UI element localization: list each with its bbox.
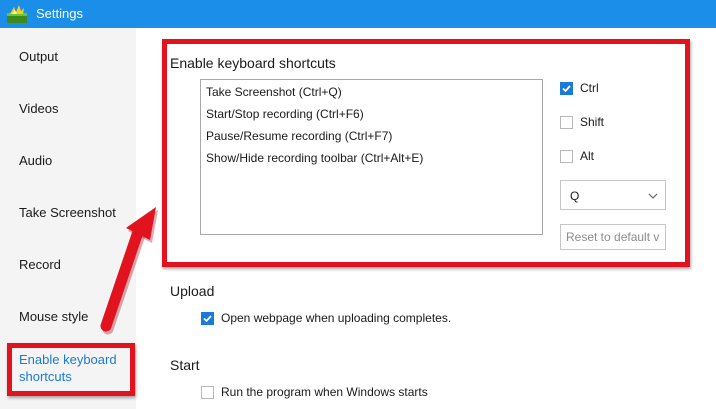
- open-webpage-option[interactable]: Open webpage when uploading completes.: [201, 311, 451, 325]
- run-on-startup-label: Run the program when Windows starts: [221, 385, 428, 399]
- open-webpage-label: Open webpage when uploading completes.: [221, 311, 452, 325]
- run-on-startup-checkbox[interactable]: [201, 385, 214, 399]
- run-on-startup-option[interactable]: Run the program when Windows starts: [201, 385, 428, 399]
- app-logo-icon: [7, 5, 27, 23]
- open-webpage-checkbox[interactable]: [201, 311, 214, 325]
- sidebar-item-audio[interactable]: Audio: [19, 153, 52, 168]
- sidebar-item-output[interactable]: Output: [19, 49, 58, 64]
- sidebar-item-take-screenshot[interactable]: Take Screenshot: [19, 205, 116, 220]
- window-title: Settings: [36, 6, 83, 21]
- sidebar-highlight-box: [7, 343, 135, 396]
- upload-section-title: Upload: [170, 283, 215, 299]
- title-bar: Settings: [0, 0, 716, 28]
- sidebar-item-videos[interactable]: Videos: [19, 101, 59, 116]
- start-section-title: Start: [170, 357, 200, 373]
- sidebar-item-mouse-style[interactable]: Mouse style: [19, 309, 88, 324]
- sidebar-item-record[interactable]: Record: [19, 257, 61, 272]
- shortcuts-highlight-box: [162, 39, 690, 267]
- checkmark-icon: [203, 314, 212, 322]
